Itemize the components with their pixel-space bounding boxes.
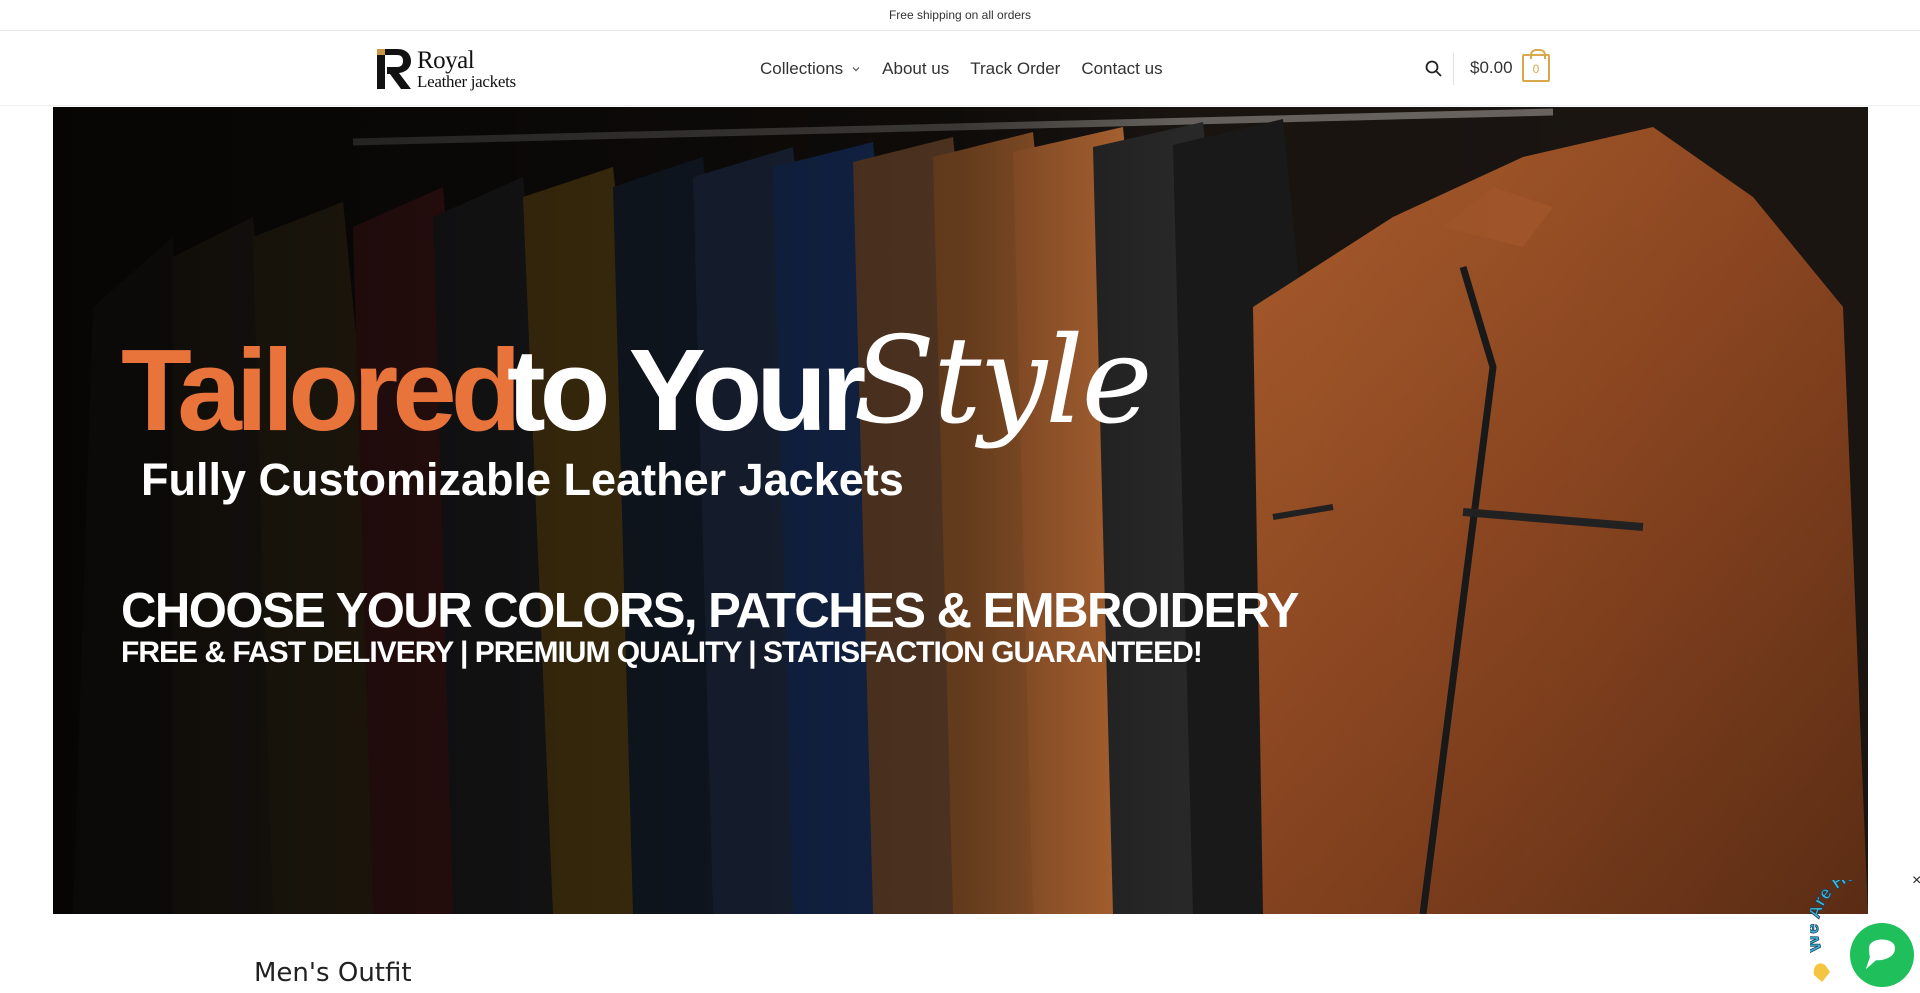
hero-headline-main: to Your <box>507 325 866 455</box>
nav-collections[interactable]: Collections <box>760 59 861 79</box>
section-title-mens-outfit: Men's Outfit <box>254 958 412 988</box>
logo-mark-icon <box>377 49 411 89</box>
hero-headline-script: Style <box>853 312 1153 451</box>
logo-text-royal: Royal <box>417 47 475 74</box>
nav-track-order-label: Track Order <box>970 58 1061 78</box>
main-nav: Collections About us Track Order Contact… <box>760 31 1184 106</box>
cart-count: 0 <box>1532 62 1540 76</box>
hero-tagline: CHOOSE YOUR COLORS, PATCHES & EMBROIDERY <box>121 584 1299 638</box>
chat-widget-icon[interactable]: We Are Here! <box>1810 880 1920 993</box>
nav-contact-us-label: Contact us <box>1081 58 1163 78</box>
nav-about-us-label: About us <box>882 58 950 78</box>
hero-jackets-image <box>53 107 1868 914</box>
nav-contact-us[interactable]: Contact us <box>1081 59 1162 79</box>
cart-total[interactable]: $0.00 <box>1470 58 1513 78</box>
hero-subheadline: Fully Customizable Leather Jackets <box>141 454 904 505</box>
hero-banner[interactable]: Tailored to Your Style Fully Customizabl… <box>53 107 1868 914</box>
nav-about-us[interactable]: About us <box>882 59 949 79</box>
header-divider <box>1453 53 1454 85</box>
logo-text-leather-jackets: Leather jackets <box>417 72 516 91</box>
cart-bag-icon[interactable]: 0 <box>1522 49 1550 82</box>
announcement-bar: Free shipping on all orders <box>0 0 1920 31</box>
site-header: Royal Leather jackets Collections About … <box>0 31 1920 106</box>
hero-benefits: FREE & FAST DELIVERY | PREMIUM QUALITY |… <box>121 636 1203 669</box>
chevron-down-icon <box>852 66 860 71</box>
announcement-text: Free shipping on all orders <box>888 8 1032 22</box>
nav-track-order[interactable]: Track Order <box>970 59 1060 79</box>
search-icon[interactable] <box>1424 59 1444 79</box>
nav-collections-label: Collections <box>760 58 844 78</box>
hero-headline-accent: Tailored <box>121 325 522 455</box>
site-logo[interactable]: Royal Leather jackets <box>375 47 527 93</box>
